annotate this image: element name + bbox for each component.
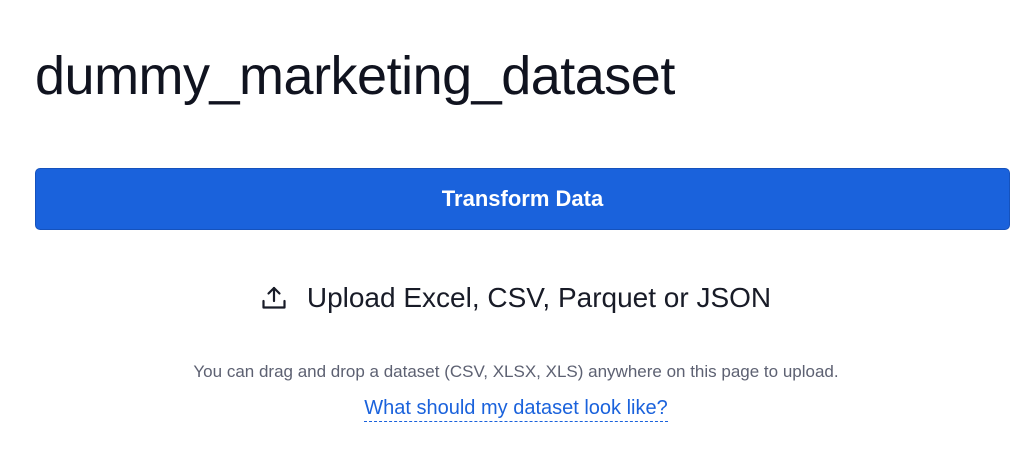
help-link-container: What should my dataset look like? — [0, 395, 1032, 422]
dataset-format-help-link[interactable]: What should my dataset look like? — [364, 395, 668, 422]
page-title: dummy_marketing_dataset — [35, 46, 675, 106]
transform-data-button[interactable]: Transform Data — [35, 168, 1010, 230]
upload-icon — [261, 285, 287, 311]
dataset-page: dummy_marketing_dataset Transform Data U… — [0, 0, 1032, 473]
upload-button[interactable]: Upload Excel, CSV, Parquet or JSON — [0, 276, 1032, 320]
drag-drop-hint: You can drag and drop a dataset (CSV, XL… — [193, 362, 839, 381]
upload-label: Upload Excel, CSV, Parquet or JSON — [306, 282, 772, 313]
